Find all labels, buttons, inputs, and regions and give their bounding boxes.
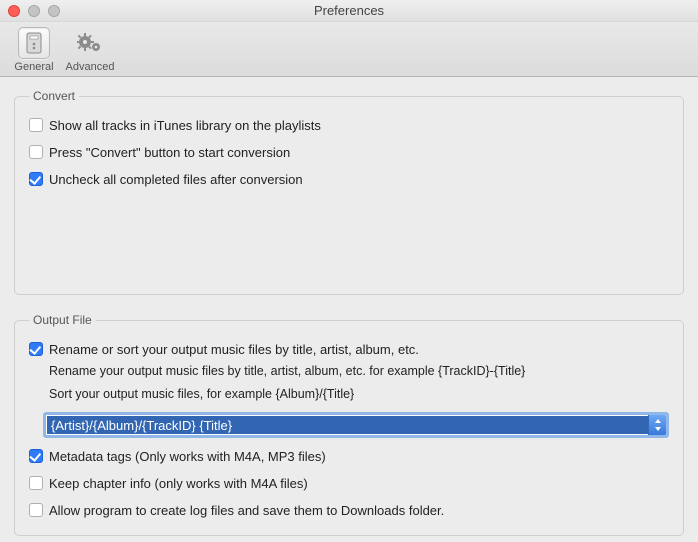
pattern-combo [43, 412, 669, 438]
output-legend: Output File [29, 313, 96, 327]
checkbox-log[interactable] [29, 503, 43, 517]
row-show-all-tracks: Show all tracks in iTunes library on the… [29, 117, 669, 134]
checkbox-uncheck-completed[interactable] [29, 172, 43, 186]
checkbox-rename-sort[interactable] [29, 342, 43, 356]
minimize-window-button[interactable] [28, 5, 40, 17]
checkbox-show-all-tracks[interactable] [29, 118, 43, 132]
row-log: Allow program to create log files and sa… [29, 502, 669, 519]
label-uncheck-completed: Uncheck all completed files after conver… [49, 171, 303, 188]
zoom-window-button[interactable] [48, 5, 60, 17]
general-icon [18, 27, 50, 59]
tab-general-label: General [14, 61, 53, 73]
label-press-convert: Press "Convert" button to start conversi… [49, 144, 290, 161]
checkbox-chapter[interactable] [29, 476, 43, 490]
help-rename: Rename your output music files by title,… [49, 362, 669, 381]
row-uncheck-completed: Uncheck all completed files after conver… [29, 171, 669, 188]
label-rename-sort: Rename or sort your output music files b… [49, 341, 419, 358]
row-rename-sort: Rename or sort your output music files b… [29, 341, 669, 358]
advanced-gears-icon [74, 27, 106, 59]
label-log: Allow program to create log files and sa… [49, 502, 444, 519]
label-metadata: Metadata tags (Only works with M4A, MP3 … [49, 448, 326, 465]
tab-advanced-label: Advanced [66, 61, 115, 73]
window-controls [0, 5, 60, 17]
close-window-button[interactable] [8, 5, 20, 17]
row-metadata: Metadata tags (Only works with M4A, MP3 … [29, 448, 669, 465]
preferences-toolbar: General Advanced [0, 22, 698, 77]
label-chapter: Keep chapter info (only works with M4A f… [49, 475, 308, 492]
output-file-group: Output File Rename or sort your output m… [14, 313, 684, 536]
tab-advanced[interactable]: Advanced [62, 27, 118, 76]
window-title: Preferences [0, 3, 698, 18]
convert-group: Convert Show all tracks in iTunes librar… [14, 89, 684, 295]
pattern-input[interactable] [47, 416, 648, 434]
checkbox-press-convert[interactable] [29, 145, 43, 159]
label-show-all-tracks: Show all tracks in iTunes library on the… [49, 117, 321, 134]
row-press-convert: Press "Convert" button to start conversi… [29, 144, 669, 161]
pattern-dropdown-button[interactable] [648, 415, 666, 435]
chevron-updown-icon [654, 419, 662, 431]
help-sort: Sort your output music files, for exampl… [49, 385, 669, 404]
row-chapter: Keep chapter info (only works with M4A f… [29, 475, 669, 492]
content-area: Convert Show all tracks in iTunes librar… [0, 77, 698, 542]
checkbox-metadata[interactable] [29, 449, 43, 463]
tab-general[interactable]: General [6, 27, 62, 76]
convert-legend: Convert [29, 89, 79, 103]
title-bar: Preferences [0, 0, 698, 22]
spacer [29, 188, 669, 278]
pattern-field-row [43, 412, 669, 438]
